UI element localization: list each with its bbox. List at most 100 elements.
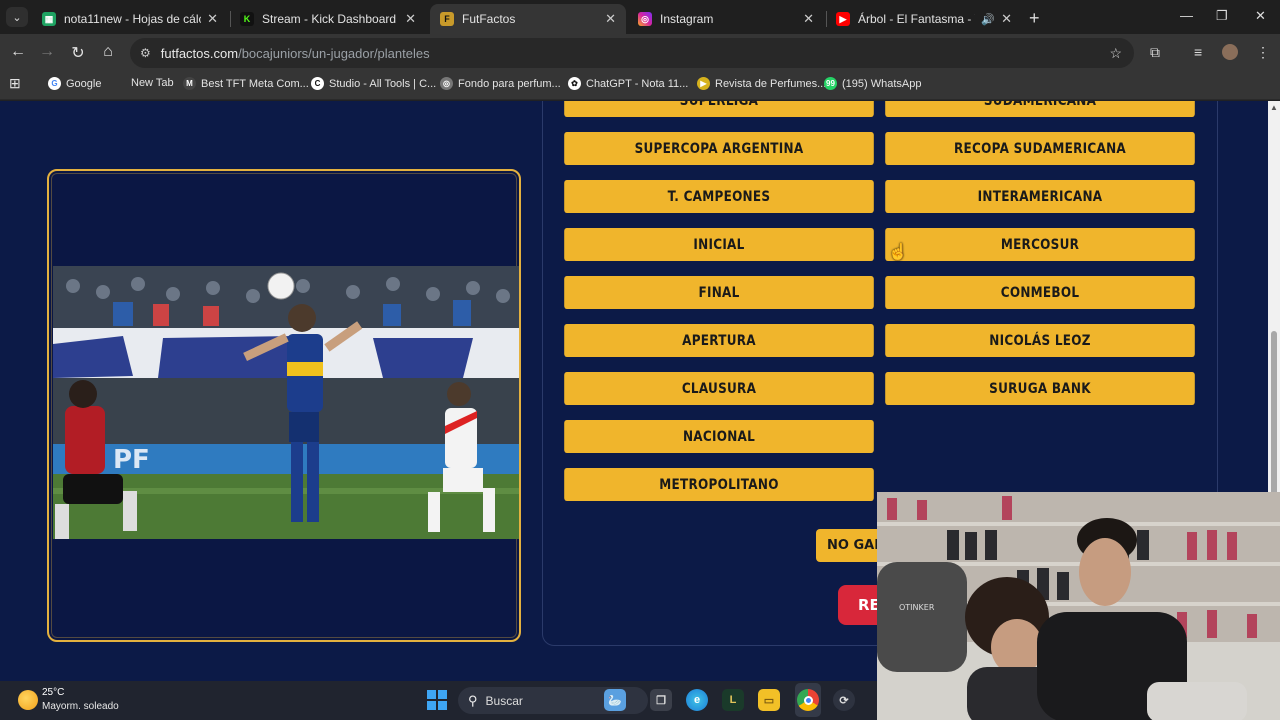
home-icon[interactable]: ⌂ [98,43,118,61]
tab-title: nota11new - Hojas de cálculo de Google [64,12,201,26]
google-icon: G [48,77,61,90]
trophy-button-label: CONMEBOL [885,276,1195,309]
tft-icon: M [183,77,196,90]
trophy-button-label: RECOPA SUDAMERICANA [885,132,1195,165]
webcam-overlay: OTINKER [877,492,1280,720]
chatgpt-icon: ✿ [568,77,581,90]
tab-youtube[interactable]: ▶ Árbol - El Fantasma - YouTube 🔊 ✕ [826,4,1022,34]
media-control-icon[interactable]: ≡ [1194,44,1202,60]
search-icon: ⚲ [468,692,478,708]
game-app-icon[interactable]: ⟳ [833,689,855,711]
trophy-button[interactable]: RECOPA SUDAMERICANA [885,132,1195,165]
tab-title: Stream - Kick Dashboard [262,12,397,26]
file-explorer-icon[interactable]: ▭ [758,689,780,711]
league-app-icon[interactable]: L [722,689,744,711]
trophy-button-label: APERTURA [564,324,874,357]
edge-icon[interactable]: e [686,689,708,711]
new-tab-button[interactable]: + [1029,8,1040,29]
bookmark-star-icon[interactable]: ☆ [1109,45,1122,62]
url-text: futfactos.com/bocajuniors/un-jugador/pla… [160,45,430,61]
bookmark-revista[interactable]: ▶ Revista de Perfumes... [697,77,826,90]
tab-futfactos[interactable]: F FutFactos ✕ [430,4,626,34]
close-icon[interactable]: ✕ [207,11,218,27]
back-arrow-icon[interactable]: ← [8,43,28,61]
windows-start-icon[interactable] [427,690,447,710]
scroll-up-arrow-icon[interactable]: ▲ [1270,103,1278,112]
task-view-icon[interactable]: ❐ [650,689,672,711]
trophy-button[interactable]: SUPERLIGA [564,101,874,117]
player-photo: PF [53,266,519,539]
svg-text:OTINKER: OTINKER [899,603,935,612]
trophy-button[interactable]: NACIONAL [564,420,874,453]
studio-icon: C [311,77,324,90]
trophy-button[interactable]: CLAUSURA [564,372,874,405]
restore-icon[interactable]: ❐ [1216,8,1228,24]
trophy-button-label: T. CAMPEONES [564,180,874,213]
instagram-icon: ◎ [638,12,652,26]
chrome-icon[interactable] [797,689,819,711]
trophy-button[interactable]: INICIAL [564,228,874,261]
sheets-icon: ▦ [42,12,56,26]
weather-temperature[interactable]: 25°C [42,687,64,698]
reload-icon[interactable]: ↻ [68,43,88,63]
bookmark-whatsapp[interactable]: 99 (195) WhatsApp [824,77,921,90]
address-bar[interactable]: ⚙ futfactos.com/bocajuniors/un-jugador/p… [130,38,1134,68]
trophy-button[interactable]: INTERAMERICANA [885,180,1195,213]
trophy-button[interactable]: SUPERCOPA ARGENTINA [564,132,874,165]
trophy-button-label: NICOLÁS LEOZ [885,324,1195,357]
trophy-button[interactable]: MERCOSUR [885,228,1195,261]
menu-kebab-icon[interactable]: ⋮ [1256,44,1270,61]
bookmark-google[interactable]: G Google [48,77,101,90]
window-close-icon[interactable]: ✕ [1255,8,1266,24]
trophy-button-label: INICIAL [564,228,874,261]
bookmark-chatgpt[interactable]: ✿ ChatGPT - Nota 11... [568,77,688,90]
tab-sheets[interactable]: ▦ nota11new - Hojas de cálculo de Google… [32,4,228,34]
futfactos-icon: F [440,12,454,26]
hand-cursor-icon: ☝ [888,244,908,261]
weather-condition[interactable]: Mayorm. soleado [42,701,119,712]
tab-strip: ⌄ ▦ nota11new - Hojas de cálculo de Goog… [0,0,1280,34]
speaker-icon[interactable]: 🔊 [981,13,995,26]
minimize-icon[interactable]: — [1180,8,1193,23]
trophy-button[interactable]: APERTURA [564,324,874,357]
swan-app-icon[interactable]: 🦢 [604,689,626,711]
bookmark-tft[interactable]: M Best TFT Meta Com... [183,77,309,90]
revista-icon: ▶ [697,77,710,90]
site-info-icon[interactable]: ⚙ [140,46,151,60]
trophy-button[interactable]: METROPOLITANO [564,468,874,501]
tab-kick[interactable]: K Stream - Kick Dashboard ✕ [230,4,426,34]
tab-title: Instagram [660,12,714,26]
tab-title: Árbol - El Fantasma - YouTube [858,12,975,26]
profile-avatar[interactable] [1222,44,1238,60]
close-icon[interactable]: ✕ [405,11,416,27]
trophy-button-label: FINAL [564,276,874,309]
web-icon: ◎ [440,77,453,90]
apps-grid-icon[interactable]: ⊞ [9,75,21,92]
weather-sun-icon[interactable] [18,690,38,710]
bookmark-studio[interactable]: C Studio - All Tools | C... [311,77,436,90]
trophy-button[interactable]: SURUGA BANK [885,372,1195,405]
close-icon[interactable]: ✕ [605,11,616,27]
trophy-button[interactable]: CONMEBOL [885,276,1195,309]
trophy-button-label: SUPERCOPA ARGENTINA [564,132,874,165]
bookmark-new-tab[interactable]: New Tab [131,77,174,89]
trophy-button[interactable]: FINAL [564,276,874,309]
close-icon[interactable]: ✕ [1001,11,1012,27]
trophy-button[interactable]: SUDAMERICANA [885,101,1195,117]
trophy-button[interactable]: T. CAMPEONES [564,180,874,213]
bookmarks-bar: ⊞ G Google New Tab M Best TFT Meta Com... … [0,72,1280,100]
close-icon[interactable]: ✕ [803,11,814,27]
trophy-button-label: SUDAMERICANA [885,101,1195,117]
trophy-button[interactable]: NICOLÁS LEOZ [885,324,1195,357]
bookmark-fondo[interactable]: ◎ Fondo para perfum... [440,77,561,90]
tab-instagram[interactable]: ◎ Instagram ✕ [628,4,824,34]
search-placeholder: Buscar [485,693,523,708]
tab-search-button[interactable]: ⌄ [6,7,28,27]
trophy-button-label: MERCOSUR [885,228,1195,261]
svg-text:PF: PF [113,445,150,475]
kick-icon: K [240,12,254,26]
trophy-button-label: NACIONAL [564,420,874,453]
extensions-icon[interactable]: ⧉ [1150,44,1160,61]
forward-arrow-icon[interactable]: → [37,43,57,61]
trophy-button-label: METROPOLITANO [564,468,874,501]
